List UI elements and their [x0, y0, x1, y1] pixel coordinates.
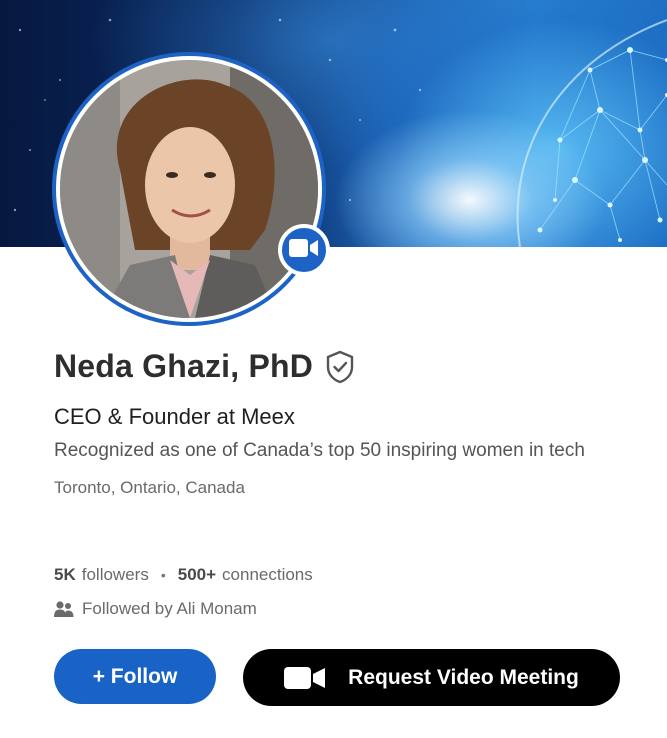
video-camera-icon [289, 238, 319, 263]
request-video-meeting-label: Request Video Meeting [348, 665, 579, 689]
profile-name: Neda Ghazi, PhD [54, 348, 314, 384]
video-call-badge[interactable] [278, 224, 330, 276]
profile-card: Neda Ghazi, PhD CEO & Founder at Meex Re… [0, 0, 667, 738]
connections-count[interactable]: 500+ [178, 565, 216, 585]
followers-label[interactable]: followers [82, 565, 149, 585]
followed-by[interactable]: Followed by Ali Monam [54, 599, 257, 619]
profile-headline: CEO & Founder at Meex [54, 404, 295, 429]
people-icon [54, 600, 74, 618]
follow-button[interactable]: + Follow [54, 649, 216, 704]
request-video-meeting-button[interactable]: Request Video Meeting [243, 649, 620, 706]
stats-separator: • [160, 567, 166, 583]
video-camera-icon [284, 666, 326, 690]
name-row: Neda Ghazi, PhD [54, 348, 355, 385]
followers-count[interactable]: 5K [54, 565, 76, 585]
connections-label[interactable]: connections [222, 565, 313, 585]
portrait-graphic [60, 60, 318, 318]
network-stats: 5K followers • 500+ connections [54, 565, 313, 585]
avatar-photo [60, 60, 318, 318]
shield-check-icon[interactable] [325, 350, 355, 384]
profile-location: Toronto, Ontario, Canada [54, 478, 245, 497]
followed-by-text: Followed by Ali Monam [82, 599, 257, 618]
avatar[interactable] [52, 52, 326, 326]
profile-summary: Recognized as one of Canada’s top 50 ins… [54, 440, 585, 461]
